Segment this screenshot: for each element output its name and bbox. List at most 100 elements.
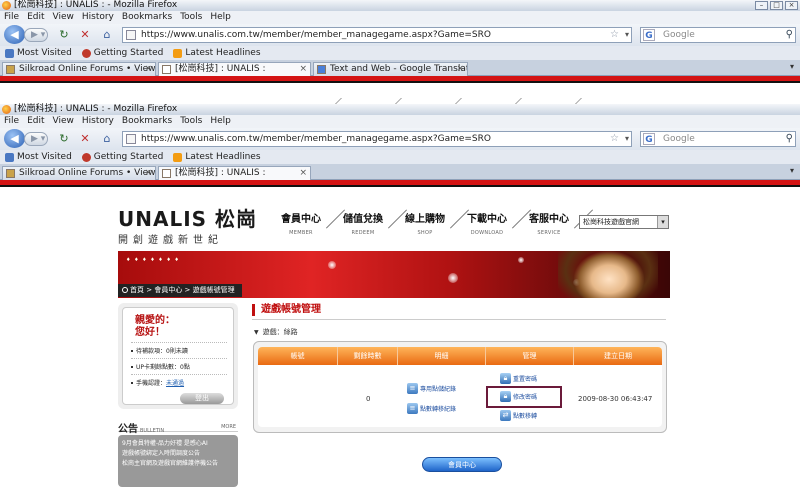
top-nav: 會員中心 MEMBER 儲值兌換 REDEEM 線上購物 SHOP 下載中心 DOWNL… [270, 209, 594, 236]
logo-text: UNALIS 松崗 [118, 207, 258, 231]
bookmark-getting-started[interactable]: Getting Started [81, 150, 163, 164]
tab-close-icon[interactable]: × [299, 63, 307, 75]
search-engine-icon[interactable]: G [643, 29, 655, 41]
bookmark-star-icon[interactable]: ☆ [610, 132, 619, 146]
bookmark-star-icon[interactable]: ☆ [610, 28, 619, 42]
url-bar[interactable]: https://www.unalis.com.tw/member/member_… [122, 27, 632, 43]
tab-close-icon[interactable]: × [144, 167, 152, 179]
menu-tools[interactable]: Tools [180, 115, 202, 128]
deposit-record-link[interactable]: ≡ 專用點儲紀錄 [407, 383, 456, 394]
tab-close-icon[interactable]: × [144, 63, 152, 75]
menu-file[interactable]: File [4, 11, 19, 24]
site-identity-icon[interactable] [126, 30, 136, 40]
search-bar[interactable]: G Google ⚲ [640, 27, 796, 43]
back-button[interactable]: ◀ [4, 25, 25, 44]
bookmark-latest-headlines[interactable]: Latest Headlines [173, 150, 261, 164]
menu-help[interactable]: Help [210, 115, 231, 128]
forward-button[interactable]: ▶ ▾ [24, 28, 48, 42]
bookmark-most-visited[interactable]: Most Visited [5, 150, 72, 164]
stop-icon[interactable]: ✕ [78, 28, 92, 42]
tab-unalis[interactable]: [松崗科技] : UNALIS : × [158, 62, 311, 76]
breadcrumb: 首頁 > 會員中心 > 遊戲帳號管理 [118, 284, 242, 297]
close-icon[interactable]: × [785, 1, 798, 10]
menu-bookmarks[interactable]: Bookmarks [122, 11, 172, 24]
window-title: [松崗科技] : UNALIS : - Mozilla Firefox [14, 104, 178, 114]
home-icon[interactable]: ⌂ [100, 132, 114, 146]
bookmark-most-visited[interactable]: Most Visited [5, 46, 72, 60]
search-bar[interactable]: G Google ⚲ [640, 131, 796, 147]
url-dropdown-icon[interactable]: ▾ [625, 28, 629, 42]
nav-sublabel: SHOP [417, 230, 433, 236]
site-select-value: 松崗科技遊戲官網 [583, 218, 639, 226]
pending-messages[interactable]: 待補款項：0則未讀 [131, 346, 188, 355]
home-icon[interactable] [122, 287, 128, 293]
tab-list-icon[interactable]: ▾ [786, 62, 798, 75]
tab-silkroad-forums[interactable]: Silkroad Online Forums • View topic... × [2, 62, 156, 76]
transfer-record-link[interactable]: ≡ 點數轉移紀錄 [407, 403, 456, 414]
bookmark-latest-headlines[interactable]: Latest Headlines [173, 46, 261, 60]
tab-close-icon[interactable]: × [299, 167, 307, 179]
bulletin-item[interactable]: 遊戲帳號綁定入時間調度公告 [122, 449, 234, 459]
chevron-down-icon[interactable]: ▾ [657, 216, 668, 228]
nav-member[interactable]: 會員中心 MEMBER [270, 209, 346, 236]
bookmark-getting-started[interactable]: Getting Started [81, 46, 163, 60]
stop-icon[interactable]: ✕ [78, 132, 92, 146]
phone-status-link[interactable]: 未通過 [166, 380, 184, 387]
maximize-icon[interactable]: □ [770, 1, 783, 10]
triangle-icon: ▼ [254, 329, 259, 336]
nav-service[interactable]: 客服中心 SERVICE [518, 209, 594, 236]
nav-shop[interactable]: 線上購物 SHOP [394, 209, 470, 236]
reload-icon[interactable]: ↻ [57, 132, 71, 146]
url-dropdown-icon[interactable]: ▾ [625, 132, 629, 146]
unalis-logo[interactable]: UNALIS 松崗 開創遊戲新世紀 [118, 208, 257, 246]
link-label: 重置密碼 [513, 376, 538, 383]
search-icon[interactable]: ⚲ [786, 132, 793, 146]
menu-edit[interactable]: Edit [27, 115, 44, 128]
member-center-button[interactable]: 會員中心 [422, 457, 502, 472]
back-button[interactable]: ◀ [4, 129, 25, 148]
menu-view[interactable]: View [53, 11, 74, 24]
search-placeholder: Google [663, 30, 695, 40]
tab-close-icon[interactable]: × [456, 63, 464, 75]
menu-view[interactable]: View [53, 115, 74, 128]
menu-edit[interactable]: Edit [27, 11, 44, 24]
menu-history[interactable]: History [82, 115, 114, 128]
tab-bar: Silkroad Online Forums • View topic... ×… [0, 164, 800, 180]
point-transfer-link[interactable]: ⇄ 點數移轉 [500, 410, 537, 421]
link-label: 專用點儲紀錄 [420, 386, 457, 393]
menu-history[interactable]: History [82, 11, 114, 24]
site-select[interactable]: 松崗科技遊戲官網 ▾ [579, 215, 669, 229]
forward-button[interactable]: ▶ ▾ [24, 132, 48, 146]
bulletin-subtitle: BULLETIN [140, 428, 165, 434]
tab-list-icon[interactable]: ▾ [786, 166, 798, 179]
col-details: 明細 [398, 347, 486, 365]
logout-button[interactable]: 登出 [180, 393, 224, 404]
search-icon[interactable]: ⚲ [786, 28, 793, 42]
menu-tools[interactable]: Tools [180, 11, 202, 24]
menu-bookmarks[interactable]: Bookmarks [122, 115, 172, 128]
tab-label: Text and Web - Google Translate [330, 64, 468, 74]
nav-redeem[interactable]: 儲值兌換 REDEEM [332, 209, 408, 236]
breadcrumb-text: 首頁 > 會員中心 > 遊戲帳號管理 [130, 286, 235, 294]
game-label: ▼ 遊戲：絲路 [254, 327, 298, 337]
search-engine-icon[interactable]: G [643, 133, 655, 145]
bulletin-item[interactable]: 松崗主官網及遊戲官網維護停機公告 [122, 459, 234, 469]
reload-icon[interactable]: ↻ [57, 28, 71, 42]
bookmark-label: Latest Headlines [185, 152, 261, 162]
minimize-icon[interactable]: – [755, 1, 768, 10]
tab-silkroad-forums[interactable]: Silkroad Online Forums • View topic... × [2, 166, 156, 180]
menu-help[interactable]: Help [210, 11, 231, 24]
site-identity-icon[interactable] [126, 134, 136, 144]
menu-file[interactable]: File [4, 115, 19, 128]
url-bar[interactable]: https://www.unalis.com.tw/member/member_… [122, 131, 632, 147]
tab-unalis[interactable]: [松崗科技] : UNALIS : × [158, 166, 311, 180]
nav-download[interactable]: 下載中心 DOWNLOAD [456, 209, 532, 236]
reset-password-link[interactable]: 🔒︎ 重置密碼 [500, 373, 537, 384]
tab-google-translate[interactable]: Text and Web - Google Translate × [313, 62, 468, 76]
logo-slogan: 開創遊戲新世紀 [118, 235, 223, 246]
home-icon[interactable]: ⌂ [100, 28, 114, 42]
bulletin-item[interactable]: 9月會員特權-品力好禮 是感心AI [122, 439, 234, 449]
page-red-strip [0, 180, 800, 187]
firefox-icon [2, 1, 11, 10]
bulletin-more-link[interactable]: MORE [221, 424, 236, 430]
